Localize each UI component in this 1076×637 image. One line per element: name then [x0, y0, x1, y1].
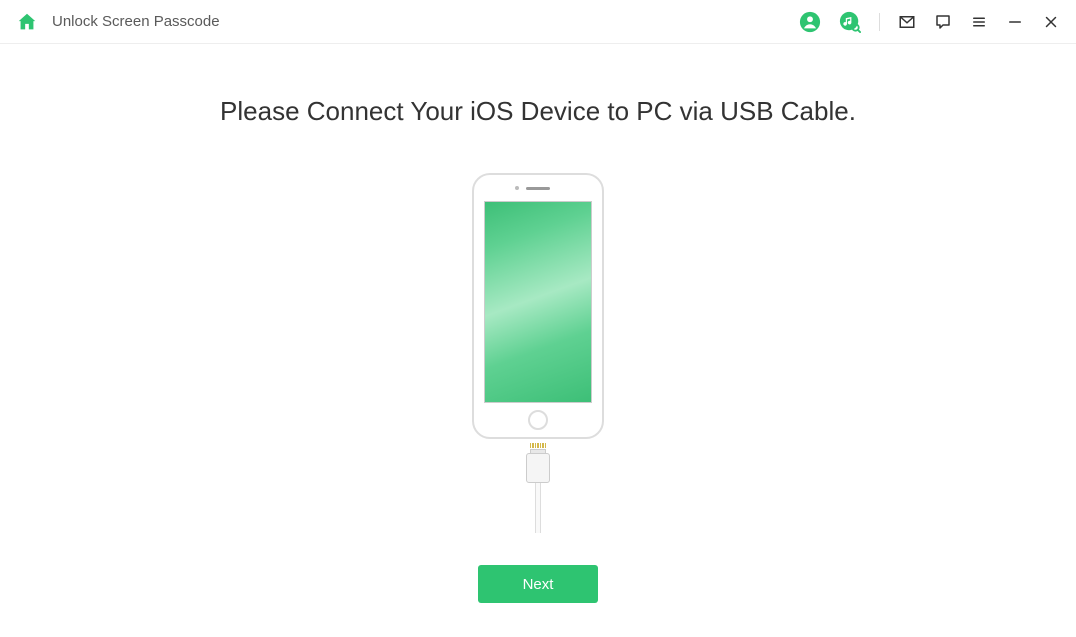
- cable-connector-body: [526, 453, 550, 483]
- instruction-heading: Please Connect Your iOS Device to PC via…: [0, 96, 1076, 127]
- cable-connector-head: [530, 443, 546, 453]
- page-title: Unlock Screen Passcode: [52, 13, 220, 30]
- phone-speaker: [526, 187, 550, 190]
- feedback-icon[interactable]: [934, 13, 952, 31]
- titlebar-right: [799, 11, 1060, 33]
- divider: [879, 13, 880, 31]
- next-button[interactable]: Next: [478, 565, 598, 603]
- device-illustration: [453, 173, 623, 533]
- mail-icon[interactable]: [898, 13, 916, 31]
- close-icon[interactable]: [1042, 13, 1060, 31]
- phone-graphic: [472, 173, 604, 439]
- main-content: Please Connect Your iOS Device to PC via…: [0, 44, 1076, 603]
- phone-screen: [484, 201, 592, 403]
- music-search-icon[interactable]: [839, 11, 861, 33]
- cable-wire: [535, 483, 541, 533]
- user-icon[interactable]: [799, 11, 821, 33]
- phone-home-button: [528, 410, 548, 430]
- home-icon[interactable]: [16, 11, 38, 33]
- phone-camera: [515, 186, 519, 190]
- titlebar-left: Unlock Screen Passcode: [16, 11, 220, 33]
- minimize-icon[interactable]: [1006, 13, 1024, 31]
- usb-cable-graphic: [526, 443, 550, 533]
- menu-icon[interactable]: [970, 13, 988, 31]
- titlebar: Unlock Screen Passcode: [0, 0, 1076, 44]
